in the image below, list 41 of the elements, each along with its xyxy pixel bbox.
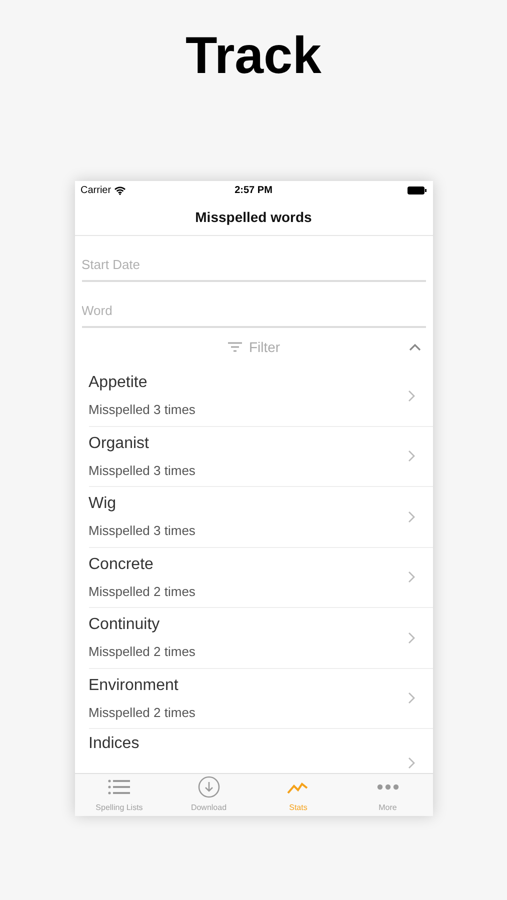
word-row[interactable]: Appetite Misspelled 3 times <box>88 366 432 426</box>
chevron-right-icon <box>408 510 414 523</box>
carrier-label: Carrier <box>80 184 112 198</box>
chevron-right-icon <box>408 692 414 704</box>
battery-icon <box>406 186 426 195</box>
screen-title: Misspelled words <box>195 208 312 227</box>
misspelled-count: Misspelled 3 times <box>88 402 196 418</box>
word-title: Organist <box>88 434 150 454</box>
misspelled-count: Misspelled 3 times <box>88 462 196 479</box>
chevron-icon[interactable] <box>408 343 420 351</box>
word-title: Appetite <box>88 373 148 394</box>
word-field[interactable]: Word <box>82 295 426 328</box>
chevron-right-icon <box>408 390 414 402</box>
chevron-right-icon <box>408 757 414 769</box>
clock-time: 2:57 PM <box>234 184 272 198</box>
word-title: Continuity <box>88 615 161 636</box>
word-row[interactable]: Indices <box>88 729 432 773</box>
wifi-icon <box>114 186 126 195</box>
word-row[interactable]: Organist Misspelled 3 times <box>88 426 432 487</box>
misspelled-count: Misspelled 2 times <box>88 704 196 721</box>
chart-line-icon <box>287 780 310 794</box>
word-title: Concrete <box>88 554 154 575</box>
word-row[interactable]: Wig Misspelled 3 times <box>88 487 432 548</box>
word-title: Environment <box>88 676 180 696</box>
list-icon <box>108 779 130 795</box>
download-icon <box>198 776 220 798</box>
word-row[interactable]: Concrete Misspelled 2 times <box>88 548 432 608</box>
more-icon <box>376 784 399 790</box>
word-title: Wig <box>88 494 118 514</box>
misspelled-count: Misspelled 2 times <box>88 584 196 600</box>
word-row[interactable]: Environment Misspelled 2 times <box>88 668 432 729</box>
chevron-right-icon <box>408 450 414 462</box>
misspelled-count: Misspelled 2 times <box>88 644 196 660</box>
chevron-right-icon <box>408 571 414 584</box>
word-row[interactable]: Continuity Misspelled 2 times <box>88 608 432 668</box>
headline: Track <box>186 26 322 87</box>
date-field[interactable]: Start Date <box>82 249 426 282</box>
misspelled-count: Misspelled 3 times <box>88 523 196 540</box>
chevron-right-icon <box>408 632 414 644</box>
filter-icon <box>226 341 243 353</box>
word-title: Indices <box>88 734 140 754</box>
